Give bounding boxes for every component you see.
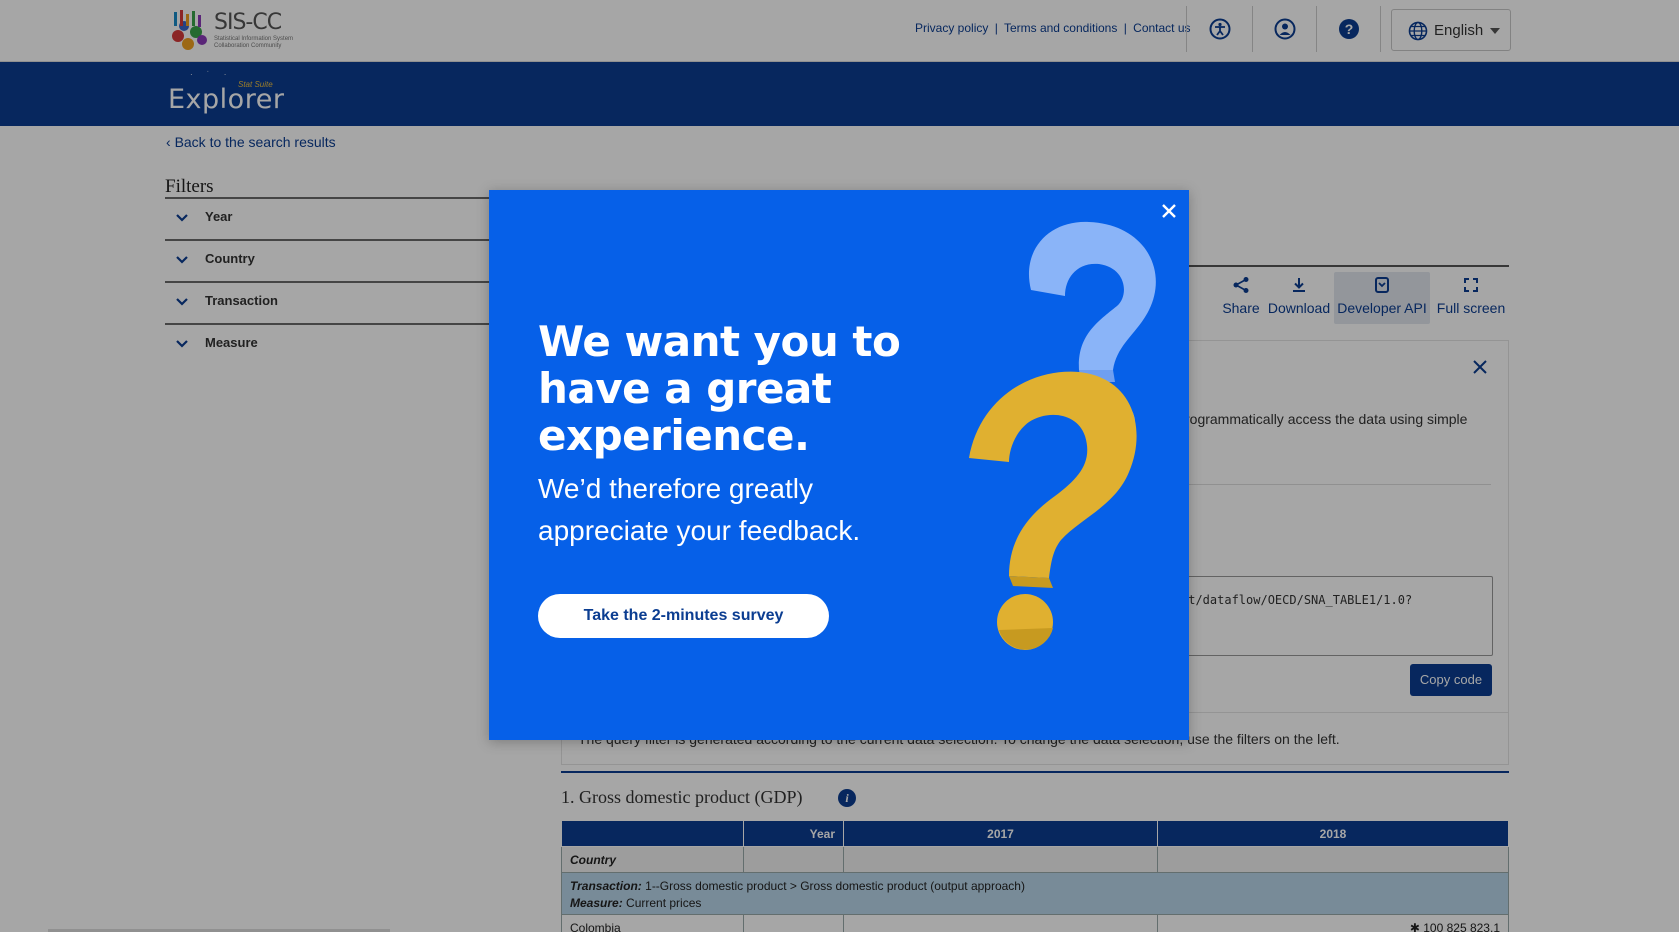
modal-headline: We want you to have a great experience. (538, 317, 901, 460)
close-icon[interactable] (1158, 200, 1180, 222)
take-survey-button[interactable]: Take the 2-minutes survey (538, 594, 829, 638)
modal-subline: We’d therefore greatly appreciate your f… (538, 473, 861, 546)
question-marks-illustration (969, 221, 1156, 650)
feedback-modal: We want you to have a great experience. … (489, 190, 1189, 740)
